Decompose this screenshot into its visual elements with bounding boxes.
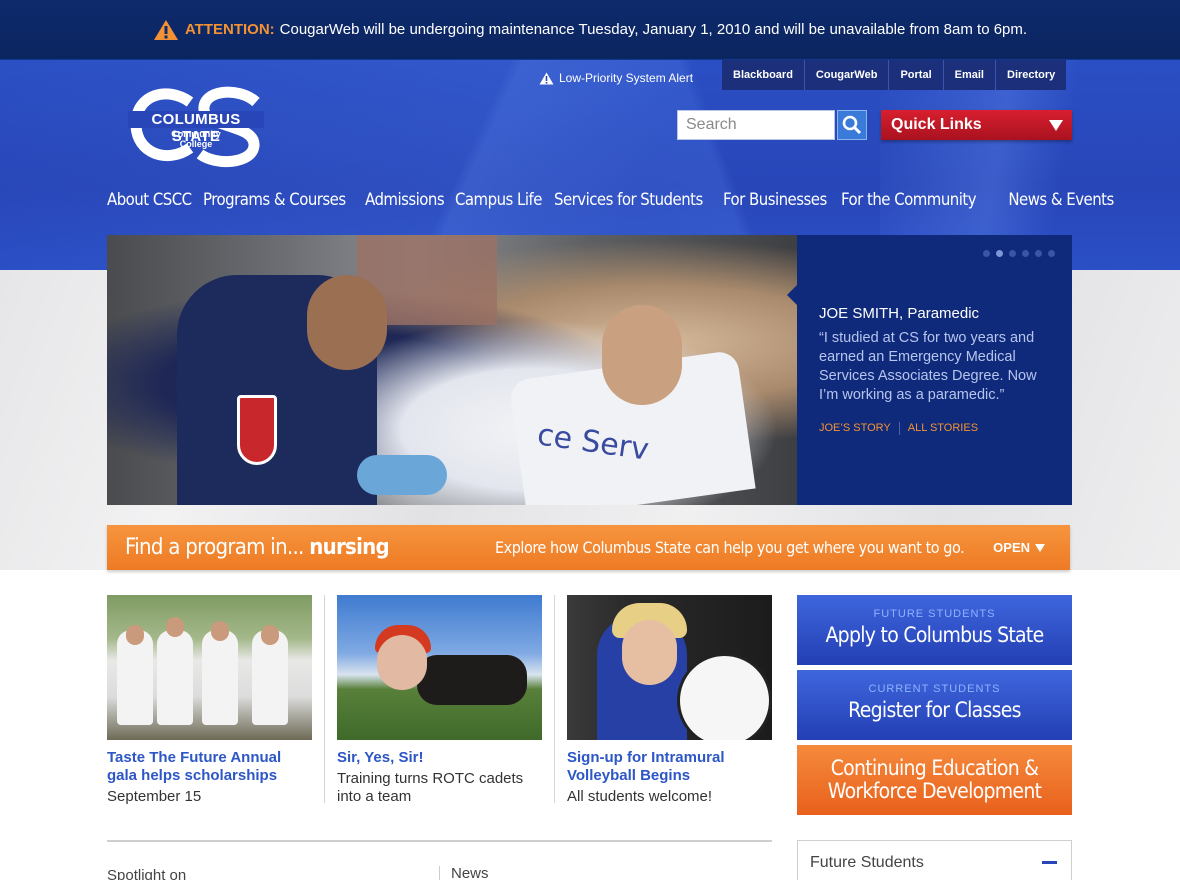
hero-role: , Paramedic: [899, 305, 980, 322]
nav-admissions[interactable]: Admissions: [365, 190, 445, 220]
open-label: OPEN: [993, 540, 1030, 555]
alert-label: ATTENTION:: [184, 21, 275, 38]
ce-label: Continuing Education & Workforce Develop…: [811, 745, 1059, 803]
find-program-text: Find a program in... nursing: [125, 535, 390, 560]
slide-dot[interactable]: [1048, 250, 1055, 257]
open-button[interactable]: OPEN: [993, 540, 1045, 555]
college-logo[interactable]: COLUMBUS STATE Community College: [128, 84, 264, 168]
section-divider: [107, 840, 772, 842]
utility-link-directory[interactable]: Directory: [995, 60, 1066, 90]
register-label: Register for Classes: [848, 698, 1021, 722]
chevron-down-icon: [1049, 120, 1063, 131]
hero-photo: ce Serv: [107, 235, 797, 505]
feature-card[interactable]: Sign-up for Intramural Volleyball Begins…: [567, 595, 772, 806]
chevron-down-icon: [1035, 543, 1045, 552]
logo-subtitle: Community College: [168, 129, 224, 149]
maintenance-alert-bar: ATTENTION: CougarWeb will be undergoing …: [0, 0, 1180, 60]
card-subtitle: Training turns ROTC cadets into a team: [337, 770, 524, 805]
warning-icon: [153, 19, 178, 40]
joes-story-link[interactable]: JOE’S STORY: [819, 422, 891, 435]
find-keyword: nursing: [309, 535, 389, 560]
logo-name: COLUMBUS STATE: [128, 111, 264, 145]
card-title[interactable]: Sir, Yes, Sir!: [337, 749, 542, 767]
news-heading: News: [451, 865, 489, 880]
utility-link-blackboard[interactable]: Blackboard: [722, 60, 804, 90]
card-image-volleyball: [567, 595, 772, 740]
search-input[interactable]: Search: [677, 110, 835, 140]
continuing-education-button[interactable]: Continuing Education & Workforce Develop…: [797, 745, 1072, 815]
find-program-bar[interactable]: Find a program in... nursing Explore how…: [107, 525, 1070, 570]
paramedic-patch: [237, 395, 277, 465]
search-button[interactable]: [837, 110, 867, 140]
utility-link-portal[interactable]: Portal: [888, 60, 942, 90]
apply-label: Apply to Columbus State: [825, 623, 1044, 647]
card-image-chefs: [107, 595, 312, 740]
nav-campus-life[interactable]: Campus Life: [455, 190, 542, 220]
utility-link-email[interactable]: Email: [942, 60, 995, 90]
all-stories-link[interactable]: ALL STORIES: [908, 422, 978, 435]
nav-news-events[interactable]: News & Events: [1008, 190, 1114, 220]
system-alert-label: Low-Priority System Alert: [559, 71, 694, 85]
spotlight-heading: Spotlight on: [107, 867, 187, 880]
card-image-rotc: [337, 595, 542, 740]
future-students-label: Future Students: [810, 854, 924, 871]
logo-sub-community: Community: [171, 129, 221, 139]
nav-programs[interactable]: Programs & Courses: [203, 190, 346, 220]
nav-businesses[interactable]: For Businesses: [723, 190, 827, 220]
quick-links-dropdown[interactable]: Quick Links: [881, 110, 1072, 140]
alert-message: CougarWeb will be undergoing maintenance…: [279, 21, 1028, 38]
system-alert-link[interactable]: Low-Priority System Alert: [539, 68, 693, 88]
apply-kicker: FUTURE STUDENTS: [873, 608, 996, 620]
slide-dot[interactable]: [1022, 250, 1029, 257]
collapse-icon[interactable]: [1042, 861, 1057, 864]
find-prefix: Find a program in...: [125, 535, 304, 560]
card-subtitle: September 15: [107, 788, 202, 805]
register-button[interactable]: CURRENT STUDENTS Register for Classes: [797, 670, 1072, 740]
card-divider: [554, 595, 555, 803]
ce-line-1: Continuing Education &: [830, 756, 1039, 780]
nav-community[interactable]: For the Community: [841, 190, 977, 220]
utility-nav: Blackboard CougarWeb Portal Email Direct…: [722, 60, 1067, 90]
hero-person: JOE SMITH, Paramedic: [819, 305, 979, 322]
card-title[interactable]: Taste The Future Annual gala helps schol…: [107, 749, 312, 785]
search-icon: [842, 115, 862, 135]
slide-dot[interactable]: [1009, 250, 1016, 257]
slide-dot[interactable]: [983, 250, 990, 257]
future-students-accordion[interactable]: Future Students: [797, 840, 1072, 880]
heading-divider: [439, 866, 440, 880]
ce-line-2: Workforce Development: [827, 779, 1042, 803]
nav-about[interactable]: About CSCC: [107, 190, 192, 220]
hero-quote: “I studied at CS for two years and earne…: [819, 330, 1037, 403]
register-kicker: CURRENT STUDENTS: [868, 683, 1001, 695]
slide-dots: [983, 250, 1055, 257]
hero-story-panel: JOE SMITH, Paramedic “I studied at CS fo…: [787, 235, 1072, 505]
feature-card[interactable]: Sir, Yes, Sir! Training turns ROTC cadet…: [337, 595, 542, 806]
hero-links: JOE’S STORY ALL STORIES: [819, 422, 978, 435]
slide-dot[interactable]: [996, 250, 1003, 257]
utility-link-cougarweb[interactable]: CougarWeb: [803, 60, 889, 90]
hero-name: JOE SMITH: [819, 305, 900, 322]
logo-sub-college: College: [179, 139, 213, 149]
apply-button[interactable]: FUTURE STUDENTS Apply to Columbus State: [797, 595, 1072, 665]
slide-dot[interactable]: [1035, 250, 1042, 257]
main-nav: About CSCC Programs & Courses Admissions…: [107, 190, 1114, 220]
nav-services[interactable]: Services for Students: [554, 190, 703, 220]
card-divider: [324, 595, 325, 803]
feature-card[interactable]: Taste The Future Annual gala helps schol…: [107, 595, 312, 806]
warning-icon: [539, 72, 554, 84]
find-explore-text: Explore how Columbus State can help you …: [495, 538, 965, 557]
card-title[interactable]: Sign-up for Intramural Volleyball Begins: [567, 749, 772, 785]
quick-links-label: Quick Links: [891, 116, 982, 133]
card-subtitle: All students welcome!: [567, 788, 713, 805]
